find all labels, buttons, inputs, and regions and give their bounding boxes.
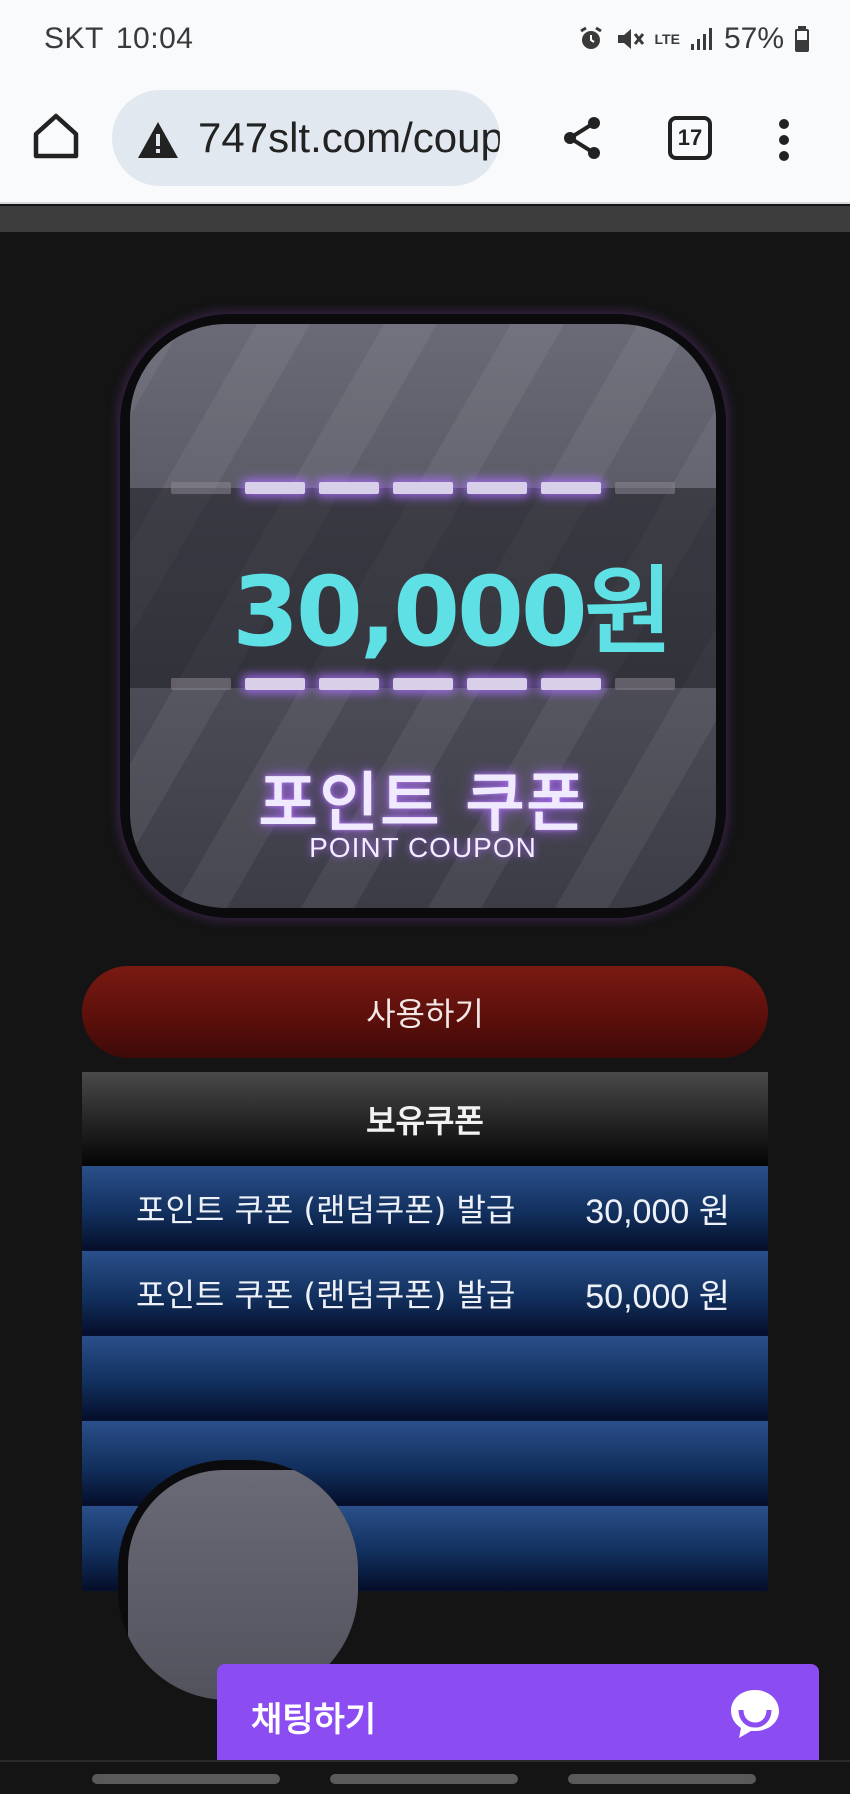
battery-percent: 57% <box>723 22 784 55</box>
coupon-value: 50,000 원 <box>585 1277 730 1316</box>
chat-label[interactable]: 채팅하기 <box>251 1692 376 1741</box>
nav-pill-right[interactable] <box>568 1774 756 1784</box>
table-header: 보유쿠폰 <box>82 1072 768 1166</box>
coupon-value: 30,000 원 <box>585 1192 730 1231</box>
clock: 10:04 <box>115 22 194 55</box>
alarm-icon <box>579 26 602 49</box>
status-bar: SKT 10:04 LTE 57% <box>0 0 850 84</box>
browser-toolbar: 747slt.com/coupon 17 <box>0 84 850 204</box>
url-text[interactable]: 747slt.com/coupon <box>198 114 500 162</box>
use-coupon-button[interactable]: 사용하기 <box>82 966 768 1058</box>
neon-dash-top <box>130 482 716 496</box>
table-row[interactable]: 포인트 쿠폰 (랜덤쿠폰) 발급 50,000 원 <box>82 1251 768 1336</box>
coupon-subtitle: POINT COUPON <box>309 832 537 863</box>
network-type: LTE <box>654 31 680 47</box>
table-row <box>82 1336 768 1421</box>
status-right: LTE 57% <box>577 22 810 56</box>
chat-bubble-icon[interactable] <box>727 1686 783 1742</box>
home-icon[interactable] <box>30 110 82 162</box>
coupon-title: 포인트 쿠폰 <box>258 767 588 841</box>
table-row[interactable]: 포인트 쿠폰 (랜덤쿠폰) 발급 30,000 원 <box>82 1166 768 1251</box>
system-nav-bar <box>0 1760 850 1794</box>
chat-button[interactable]: 채팅하기 <box>217 1664 819 1764</box>
address-bar[interactable]: 747slt.com/coupon <box>112 90 500 186</box>
warning-icon[interactable] <box>136 120 180 160</box>
coupon-name: 포인트 쿠폰 (랜덤쿠폰) 발급 <box>136 1191 516 1229</box>
signal-icon <box>690 28 712 50</box>
neon-dash-bottom <box>130 678 716 692</box>
status-left: SKT 10:04 <box>44 22 193 56</box>
battery-icon <box>795 26 809 52</box>
nav-pill-center[interactable] <box>330 1774 518 1784</box>
mute-icon <box>617 29 644 49</box>
carrier-label: SKT <box>44 22 104 55</box>
more-menu-icon[interactable] <box>770 116 798 164</box>
coupon-name: 포인트 쿠폰 (랜덤쿠폰) 발급 <box>136 1276 516 1314</box>
coupon-amount: 30,000원 <box>232 556 673 668</box>
share-icon[interactable] <box>560 114 604 162</box>
nav-pill-left[interactable] <box>92 1774 280 1784</box>
page-top-strip <box>0 206 850 232</box>
coupon-card-face: 30,000원 포인트 쿠폰 POINT COUPON <box>130 324 716 908</box>
tab-switcher-button[interactable]: 17 <box>668 116 712 160</box>
coupon-card: 30,000원 포인트 쿠폰 POINT COUPON <box>120 314 726 918</box>
